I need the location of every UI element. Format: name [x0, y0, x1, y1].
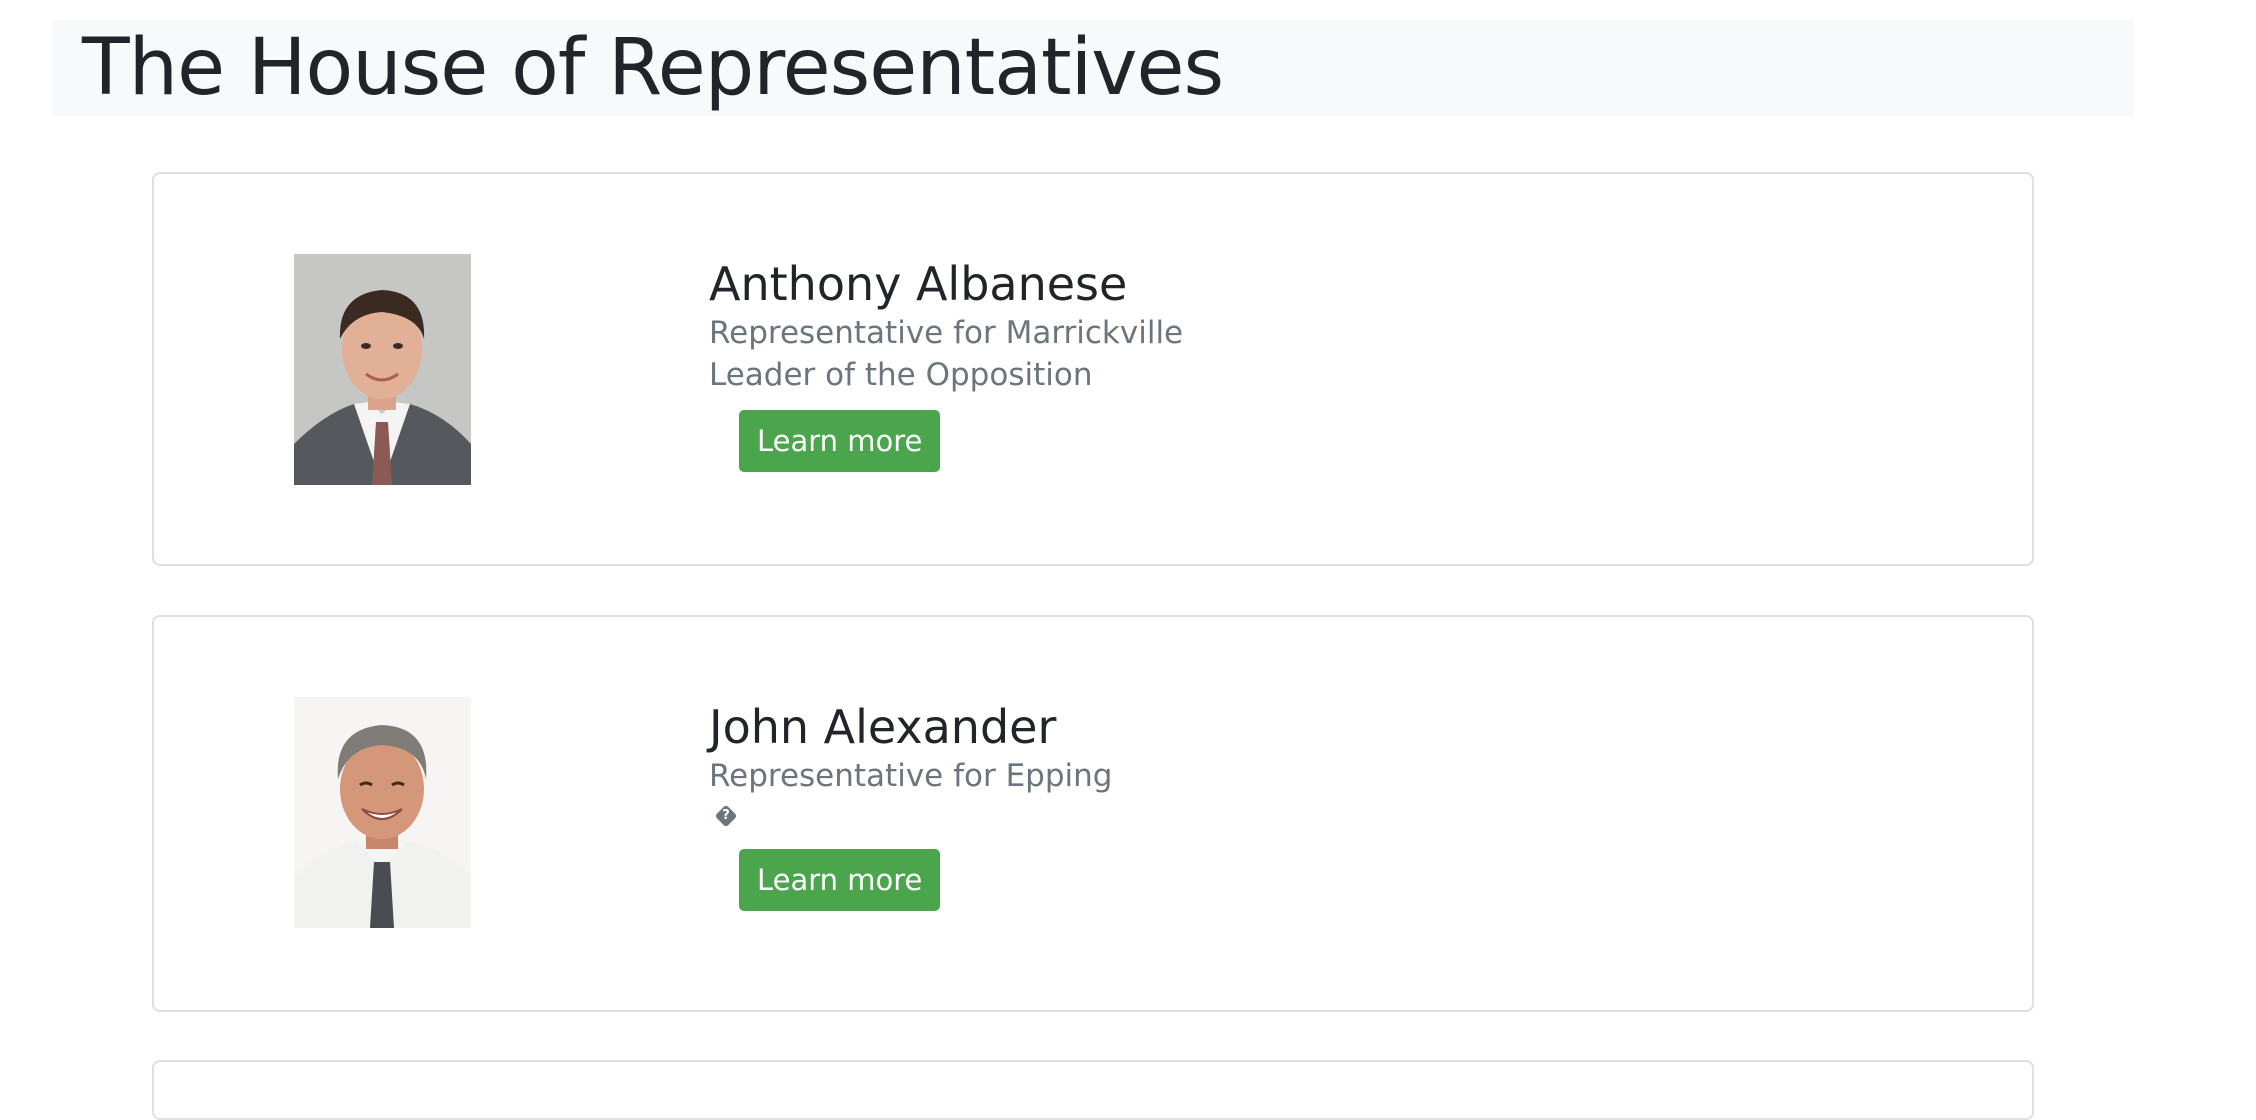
- learn-more-button[interactable]: Learn more: [739, 849, 941, 911]
- representative-info: John Alexander Representative for Epping…: [709, 699, 1112, 911]
- representative-card: [152, 1060, 2034, 1120]
- page-header: The House of Representatives: [52, 20, 2134, 116]
- representative-info: Anthony Albanese Representative for Marr…: [709, 256, 1183, 472]
- representative-electorate: Representative for Marrickville: [709, 315, 1184, 351]
- representative-card: Anthony Albanese Representative for Marr…: [152, 172, 2034, 566]
- representative-electorate: Representative for Epping: [709, 758, 1113, 794]
- portrait-image: [294, 697, 471, 928]
- representative-card: John Alexander Representative for Epping…: [152, 615, 2034, 1012]
- question-diamond-icon: ?: [714, 804, 738, 828]
- representative-photo: [294, 254, 471, 485]
- representative-position: Leader of the Opposition: [709, 357, 1093, 393]
- portrait-image: [294, 254, 471, 485]
- representative-photo: [294, 697, 471, 928]
- learn-more-button[interactable]: Learn more: [739, 410, 941, 472]
- representative-name: Anthony Albanese: [709, 257, 1128, 311]
- page-title: The House of Representatives: [82, 23, 1224, 113]
- representative-name: John Alexander: [709, 700, 1057, 754]
